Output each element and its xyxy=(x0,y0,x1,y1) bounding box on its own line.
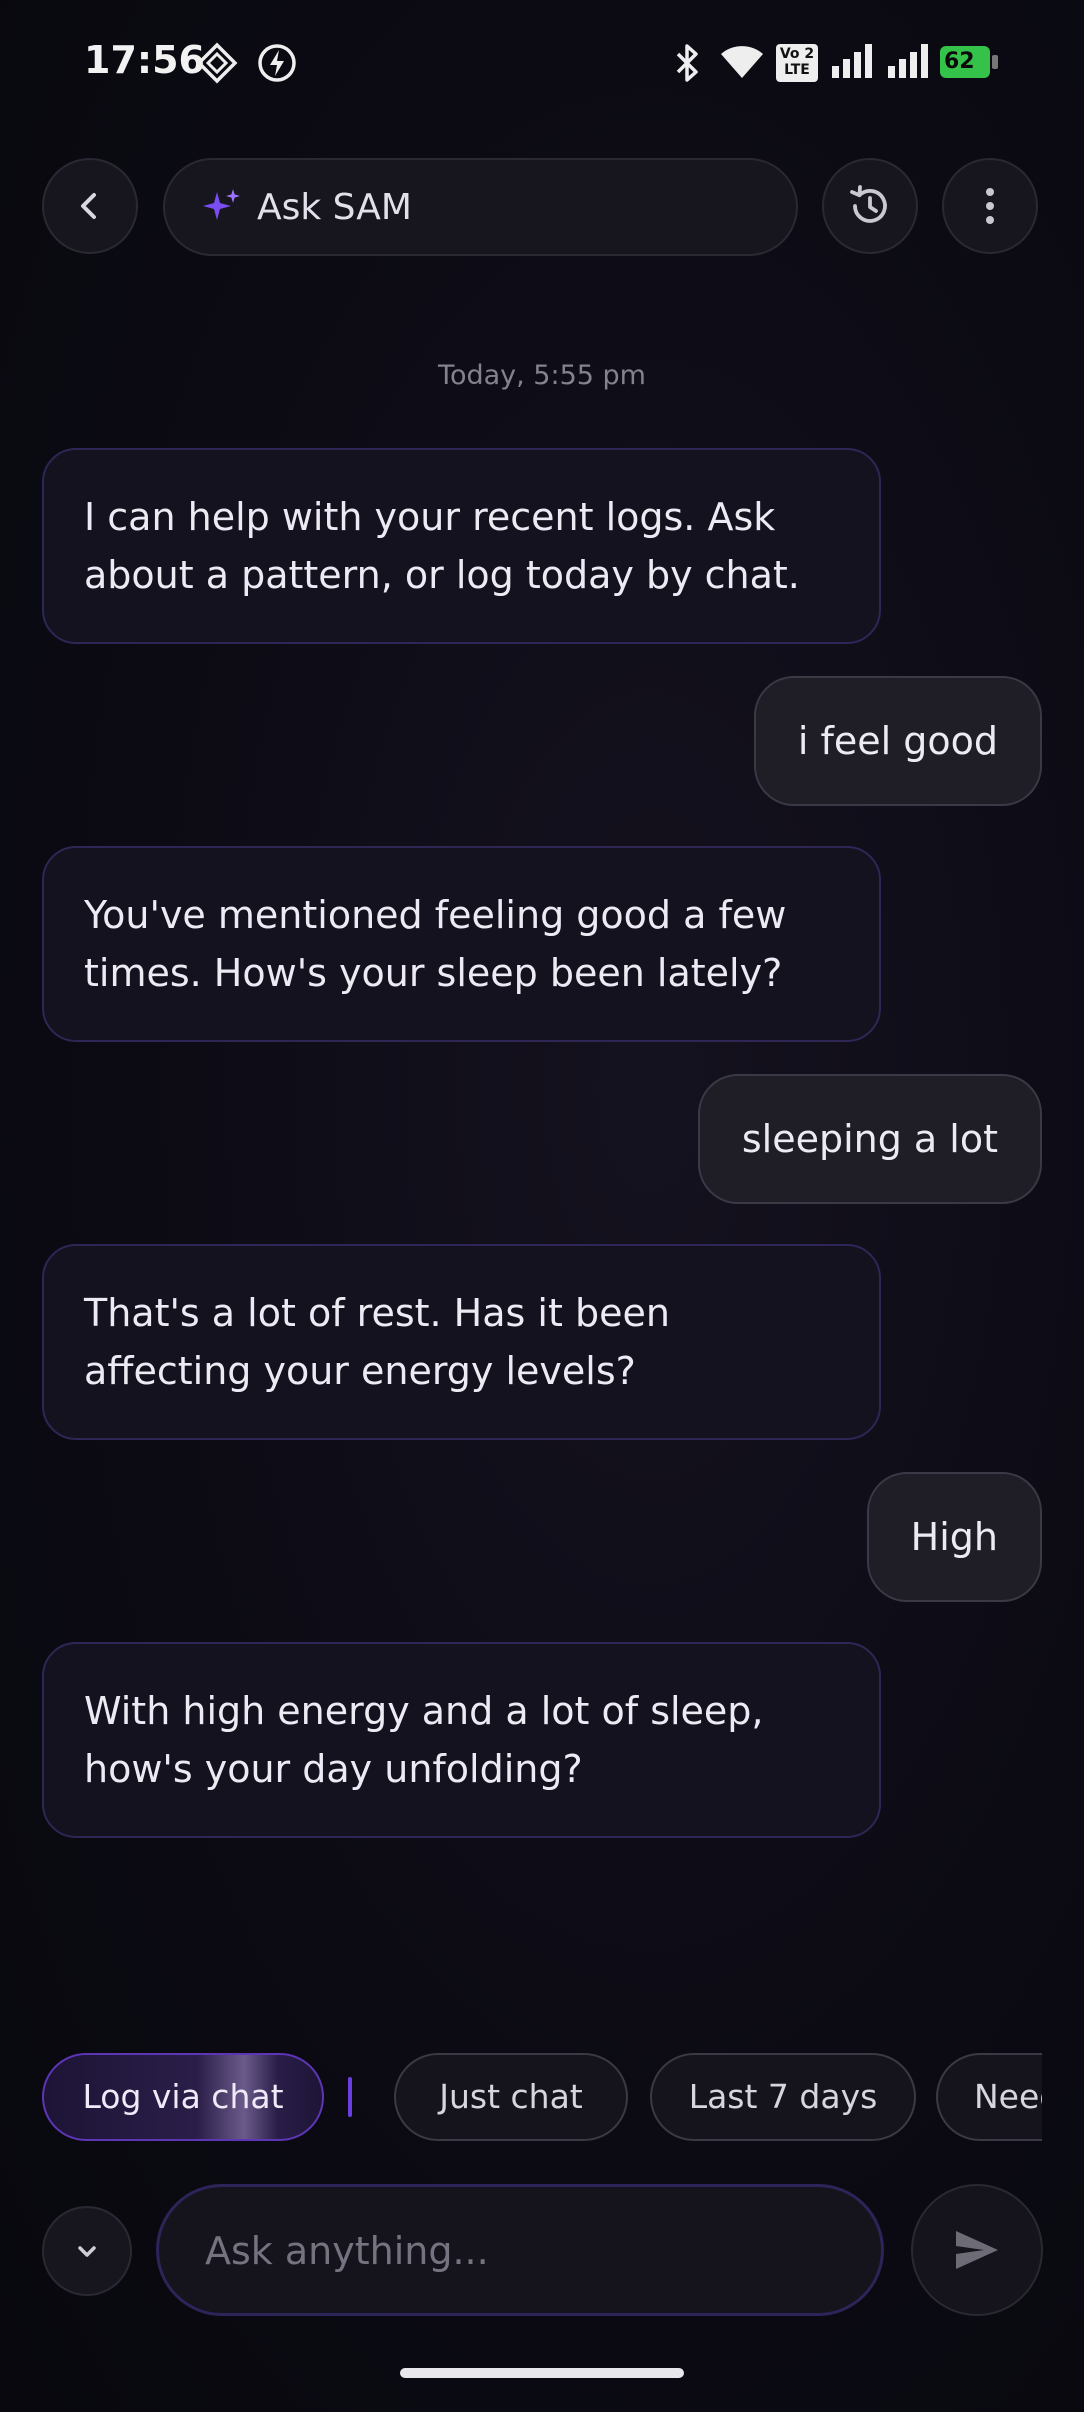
volte-bottom: LTE xyxy=(784,62,810,78)
header-title: Ask SAM xyxy=(257,186,412,228)
sparkle-icon xyxy=(203,189,240,220)
composer-bar xyxy=(0,2184,1084,2316)
chip-last-7-days[interactable]: Last 7 days xyxy=(650,2053,916,2141)
bot-message: With high energy and a lot of sleep, how… xyxy=(42,1642,881,1838)
bot-message: You've mentioned feeling good a few time… xyxy=(42,846,881,1042)
more-vertical-icon xyxy=(986,188,994,224)
user-message: i feel good xyxy=(753,676,1042,806)
home-indicator[interactable] xyxy=(400,2368,684,2378)
chip-divider xyxy=(348,2077,352,2117)
user-message: sleeping a lot xyxy=(697,1074,1042,1204)
chat-timestamp: Today, 5:55 pm xyxy=(438,360,646,391)
signal-icon xyxy=(888,44,928,78)
suggestion-chips: Log via chat Just chat Last 7 days Need xyxy=(42,2053,1042,2141)
back-button[interactable] xyxy=(42,158,138,254)
battery-icon: 62 xyxy=(940,46,998,78)
bluetooth-icon xyxy=(676,44,698,82)
user-message: High xyxy=(866,1472,1042,1602)
bot-message: That's a lot of rest. Has it been affect… xyxy=(42,1244,881,1440)
volte-top: Vo 2 xyxy=(779,46,815,62)
chip-just-chat[interactable]: Just chat xyxy=(394,2053,628,2141)
diamond-grid-icon xyxy=(196,42,238,84)
signal-icon xyxy=(832,44,872,78)
bot-message: I can help with your recent logs. Ask ab… xyxy=(42,448,881,644)
status-time: 17:56 xyxy=(84,38,205,82)
send-icon xyxy=(956,2231,998,2269)
volte-icon: Vo 2 LTE xyxy=(776,44,818,82)
battery-level: 62 xyxy=(940,46,990,78)
message-input-container xyxy=(156,2184,884,2316)
chevron-down-icon xyxy=(78,2246,96,2257)
chevron-left-icon xyxy=(81,193,96,219)
status-bar: 17:56 Vo 2 LTE 62 xyxy=(0,0,1084,125)
more-options-button[interactable] xyxy=(942,158,1038,254)
history-icon xyxy=(850,185,887,223)
collapse-button[interactable] xyxy=(42,2206,132,2296)
send-button[interactable] xyxy=(911,2184,1043,2316)
history-button[interactable] xyxy=(822,158,918,254)
ask-sam-title-bar[interactable]: Ask SAM xyxy=(163,158,798,256)
chip-log-via-chat[interactable]: Log via chat xyxy=(42,2053,324,2141)
charging-bolt-icon xyxy=(258,44,296,82)
chip-need[interactable]: Need xyxy=(936,2053,1042,2141)
message-input[interactable] xyxy=(203,2187,827,2315)
wifi-icon xyxy=(721,46,763,78)
